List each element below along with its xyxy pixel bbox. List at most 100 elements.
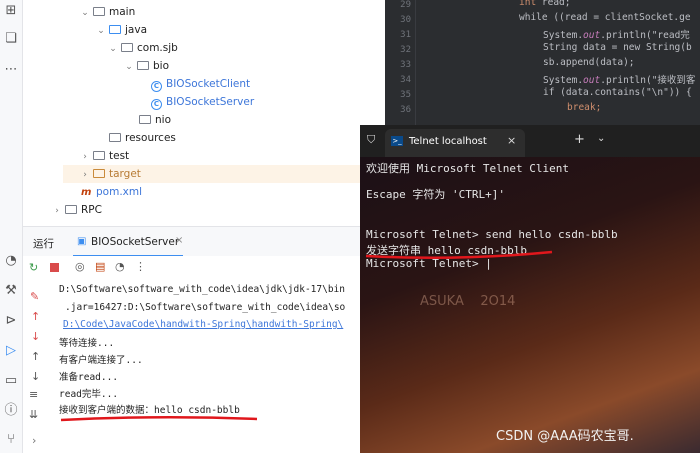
up-arrow-icon[interactable]: ↑ — [31, 310, 40, 323]
red-underline — [60, 415, 258, 422]
tree-item-com-sjb[interactable]: ⌄ com.sjb — [107, 39, 178, 57]
line-number: 33 — [400, 60, 411, 70]
console-line: read完毕... — [59, 389, 119, 400]
class-icon: C — [151, 81, 162, 92]
code-editor[interactable]: 29 30 31 32 33 34 35 36 int read; while … — [385, 0, 700, 125]
chevron-right-icon[interactable]: › — [79, 166, 91, 184]
chevron-right-icon[interactable]: › — [51, 202, 63, 220]
terminal-icon[interactable]: ▭ — [3, 373, 19, 389]
code-line: System.out.println("接收到客 — [543, 75, 696, 86]
pin-icon[interactable]: ✎ — [30, 290, 39, 303]
red-underline — [365, 250, 553, 260]
folder-icon — [65, 205, 77, 214]
chevron-down-icon[interactable]: ⌄ — [95, 22, 107, 40]
profiler-icon[interactable]: ◔ — [115, 260, 125, 273]
bookmark-icon[interactable]: ❏ — [3, 31, 19, 47]
console-line: 有客户端连接了... — [59, 355, 143, 366]
chevron-right-icon[interactable]: › — [32, 434, 36, 447]
code-line: if (data.contains("\n")) { — [543, 87, 692, 98]
tree-item-nio[interactable]: nio — [137, 111, 171, 129]
line-number: 30 — [400, 15, 411, 25]
tree-item-test[interactable]: › test — [79, 147, 129, 165]
tree-item-pom-xml[interactable]: m pom.xml — [79, 183, 142, 201]
console-line: D:\Software\software_with_code\idea\jdk\… — [59, 284, 345, 295]
run-icon[interactable]: ▷ — [3, 343, 19, 359]
chevron-down-icon[interactable]: ⌄ — [123, 58, 135, 76]
code-line: int read; — [519, 0, 571, 8]
down-arrow-icon[interactable]: ↓ — [31, 330, 40, 343]
build-icon[interactable]: ⚒ — [3, 283, 19, 299]
line-number: 29 — [400, 0, 411, 10]
tree-item-java[interactable]: ⌄ java — [95, 21, 147, 39]
more-icon[interactable]: ⋯ — [3, 62, 19, 78]
code-line: String data = new String(b — [543, 42, 692, 53]
folder-icon — [93, 7, 105, 16]
close-icon[interactable]: × — [175, 235, 183, 246]
console-line: 等待连接... — [59, 338, 115, 349]
package-icon — [137, 61, 149, 70]
package-icon — [121, 43, 133, 52]
tree-item-target[interactable]: › target — [63, 165, 385, 183]
run-config-tab[interactable]: ▣ BIOSocketServer × — [73, 231, 183, 257]
telnet-titlebar: ⛉ >_ Telnet localhost × + ⌄ — [360, 125, 700, 157]
class-icon: C — [151, 99, 162, 110]
run-panel-header: 运行 ▣ BIOSocketServer × — [23, 226, 360, 257]
resources-folder-icon — [109, 133, 121, 142]
tree-item-bio[interactable]: ⌄ bio — [123, 57, 169, 75]
terminal-area[interactable]: 欢迎使用 Microsoft Telnet Client Escape 字符为 … — [360, 157, 700, 453]
tree-item-resources[interactable]: resources — [107, 129, 176, 147]
dump-icon[interactable]: ▤ — [95, 260, 105, 273]
tree-item-biosocketserver[interactable]: C BIOSocketServer — [149, 93, 254, 111]
line-number: 31 — [400, 30, 411, 40]
line-number: 34 — [400, 75, 411, 85]
chevron-down-icon[interactable]: ⌄ — [79, 4, 91, 22]
maven-icon: m — [81, 187, 92, 198]
close-icon[interactable]: × — [507, 134, 516, 147]
chevron-down-icon[interactable]: ⌄ — [107, 40, 119, 58]
settings-icon[interactable]: ⋮ — [135, 260, 146, 273]
folder-icon — [93, 151, 105, 160]
app-icon: ▣ — [77, 236, 87, 247]
debug-icon[interactable]: ⊳ — [3, 313, 19, 329]
telnet-tab-title: Telnet localhost — [409, 136, 487, 147]
code-line: while ((read = clientSocket.ge — [519, 12, 691, 23]
run-toolbar: ↻ ◎ ▤ ◔ ⋮ — [23, 256, 360, 282]
console-link[interactable]: D:\Code\JavaCode\handwith-Spring\handwit… — [63, 319, 343, 330]
scroll-end-icon[interactable]: ⇊ — [29, 408, 38, 421]
terminal-icon: >_ — [391, 136, 403, 146]
watermark-credit: CSDN @AAA码农宝哥. — [496, 429, 634, 444]
console-output[interactable]: D:\Software\software_with_code\idea\jdk\… — [49, 282, 360, 453]
source-folder-icon — [109, 25, 121, 34]
line-number: 36 — [400, 105, 411, 115]
package-icon — [139, 115, 151, 124]
activity-bar: ⊞ ❏ ⋯ ◔ ⚒ ⊳ ▷ ▭ ⓘ ⑂ — [0, 0, 23, 453]
apps-icon[interactable]: ⊞ — [3, 3, 19, 19]
chevron-right-icon[interactable]: › — [79, 148, 91, 166]
line-gutter: 29 30 31 32 33 34 35 36 — [385, 0, 416, 125]
tree-item-biosocketclient[interactable]: C BIOSocketClient — [149, 75, 250, 93]
services-icon[interactable]: ◔ — [3, 253, 19, 269]
telnet-window[interactable]: ⛉ >_ Telnet localhost × + ⌄ 欢迎使用 Microso… — [360, 125, 700, 453]
problems-icon[interactable]: ⓘ — [3, 403, 19, 419]
terminal-line: 欢迎使用 Microsoft Telnet Client — [366, 162, 569, 175]
run-side-toolbar: ✎ ↑ ↓ ↑ ↓ ≡ ⇊ › — [23, 282, 49, 453]
soft-wrap-icon[interactable]: ≡ — [29, 388, 38, 401]
camera-icon[interactable]: ◎ — [75, 260, 85, 273]
tree-item-rpc[interactable]: › RPC — [51, 201, 102, 219]
shield-icon: ⛉ — [367, 133, 376, 146]
scroll-up-icon[interactable]: ↑ — [31, 350, 40, 363]
run-config-label: BIOSocketServer — [91, 236, 180, 248]
stop-icon[interactable] — [50, 263, 59, 272]
telnet-tab[interactable]: >_ Telnet localhost × — [385, 129, 525, 157]
rerun-icon[interactable]: ↻ — [29, 261, 38, 274]
plus-icon[interactable]: + — [574, 132, 585, 147]
tree-item-main[interactable]: ⌄ main — [79, 3, 135, 21]
line-number: 35 — [400, 90, 411, 100]
scroll-down-icon[interactable]: ↓ — [31, 370, 40, 383]
project-tree: ⌄ main ⌄ java ⌄ com.sjb ⌄ bio C BIOSocketClie… — [23, 0, 385, 225]
terminal-line: Microsoft Telnet> send hello csdn-bblb — [366, 228, 618, 241]
chevron-down-icon[interactable]: ⌄ — [597, 133, 605, 144]
wallpaper-text: ASUKA 2O14 — [420, 294, 516, 309]
git-icon[interactable]: ⑂ — [3, 432, 19, 448]
tab-run[interactable]: 运行 — [33, 236, 54, 251]
